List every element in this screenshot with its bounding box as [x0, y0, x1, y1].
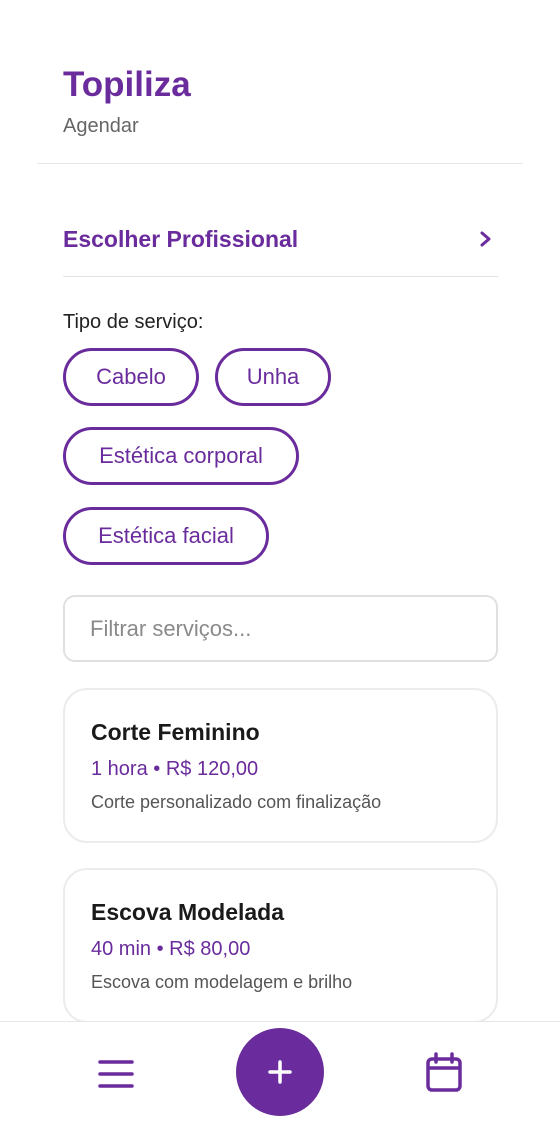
- calendar-icon: [426, 1052, 462, 1092]
- plus-icon: [268, 1060, 292, 1084]
- service-card[interactable]: Corte Feminino 1 hora • R$ 120,00 Corte …: [63, 688, 498, 843]
- chip-unha[interactable]: Unha: [215, 348, 331, 406]
- service-type-label: Tipo de serviço:: [63, 311, 204, 333]
- calendar-button[interactable]: [424, 1052, 464, 1094]
- app-title: Topiliza: [63, 65, 191, 104]
- service-duration-price: 40 min • R$ 80,00: [91, 938, 251, 960]
- chip-estetica-facial[interactable]: Estética facial: [63, 507, 269, 565]
- menu-icon: [98, 1060, 134, 1088]
- menu-button[interactable]: [96, 1056, 136, 1092]
- add-appointment-button[interactable]: [236, 1028, 324, 1116]
- header: Topiliza Agendar: [0, 0, 560, 164]
- service-title: Corte Feminino: [91, 719, 260, 745]
- choose-professional-label: Escolher Profissional: [63, 226, 299, 252]
- service-duration-price: 1 hora • R$ 120,00: [91, 758, 259, 780]
- page-subtitle: Agendar: [63, 115, 139, 137]
- chevron-right-icon: [480, 231, 491, 247]
- service-description: Corte personalizado com finalização: [91, 792, 382, 812]
- choose-professional-row[interactable]: Escolher Profissional: [63, 212, 498, 277]
- service-description: Escova com modelagem e brilho: [91, 972, 353, 992]
- chip-estetica-corporal[interactable]: Estética corporal: [63, 427, 299, 485]
- service-title: Escova Modelada: [91, 899, 285, 925]
- filter-services-input[interactable]: [63, 595, 498, 662]
- service-card[interactable]: Escova Modelada 40 min • R$ 80,00 Escova…: [63, 868, 498, 1023]
- chip-cabelo[interactable]: Cabelo: [63, 348, 199, 406]
- header-divider: [37, 163, 523, 164]
